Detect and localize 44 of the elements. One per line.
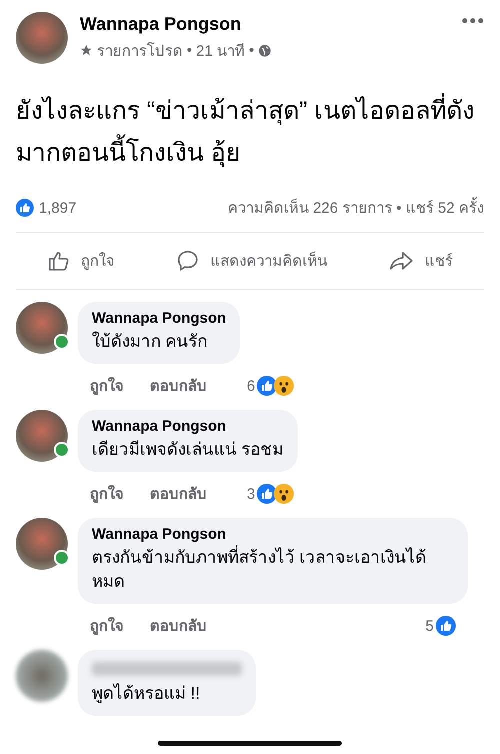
comment-button[interactable]: แสดงความคิดเห็น xyxy=(172,245,332,277)
comment-text: พูดได้หรอแม่ !! xyxy=(92,682,202,706)
comment-like-link[interactable]: ถูกใจ xyxy=(90,614,124,638)
avatar[interactable] xyxy=(16,302,68,354)
wow-reaction-icon xyxy=(274,376,294,396)
reaction-count[interactable]: 6 xyxy=(247,378,256,394)
commenter-name[interactable]: Wannapa Pongson xyxy=(92,418,284,435)
reaction-count[interactable]: 3 xyxy=(247,486,256,502)
reply-link[interactable]: ตอบกลับ xyxy=(150,374,207,398)
speech-bubble-icon xyxy=(176,249,200,273)
author-name[interactable]: Wannapa Pongson xyxy=(80,14,450,34)
reaction-count[interactable]: 5 xyxy=(426,618,434,634)
post-text: ยังไงละแกร “ข่าวเม้าล่าสุด” เนตไอดอลที่ดังมากตอนนี้โกงเงิน อุ้ย xyxy=(16,90,484,174)
post-meta-text: 21 นาที xyxy=(196,42,246,62)
avatar[interactable] xyxy=(16,518,68,570)
blurred-avatar[interactable] xyxy=(16,650,68,702)
avatar[interactable] xyxy=(16,410,68,462)
reply-link[interactable]: ตอบกลับ xyxy=(150,614,207,638)
more-options-icon[interactable] xyxy=(462,18,484,24)
share-button[interactable]: แชร์ xyxy=(385,245,458,277)
comment-text: เดียวมีเพจดังเล่นแน่ รอชม xyxy=(92,439,284,461)
reply-link[interactable]: ตอบกลับ xyxy=(150,482,207,506)
post-meta-text: รายการโปรด xyxy=(97,41,183,62)
commenter-name[interactable]: Wannapa Pongson xyxy=(92,526,454,543)
share-arrow-icon xyxy=(389,249,416,273)
thumbs-up-icon xyxy=(46,249,71,273)
like-reaction-icon xyxy=(16,199,34,217)
commenter-name[interactable]: Wannapa Pongson xyxy=(92,310,226,327)
star-icon xyxy=(80,44,93,57)
wow-reaction-icon xyxy=(274,484,294,504)
comment-share-count[interactable]: ความคิดเห็น 226 รายการ • แชร์ 52 ครั้ง xyxy=(228,196,484,220)
comment-like-link[interactable]: ถูกใจ xyxy=(90,374,124,398)
like-button[interactable]: ถูกใจ xyxy=(42,245,119,277)
like-reaction-icon xyxy=(257,376,278,396)
like-reaction-icon xyxy=(257,484,278,504)
separator-dot: • xyxy=(187,42,192,59)
separator-dot: • xyxy=(249,42,254,59)
comment-text: ใบ้ดังมาก คนรัก xyxy=(92,330,209,353)
like-count[interactable]: 1,897 xyxy=(39,200,77,216)
globe-icon xyxy=(258,44,272,58)
avatar[interactable] xyxy=(16,12,68,64)
like-reaction-icon xyxy=(436,616,456,636)
comment-text: ตรงกันข้ามกับภาพที่สร้างไว้ เวลาจะเอาเงินได้หมด xyxy=(92,546,454,594)
comment-like-link[interactable]: ถูกใจ xyxy=(90,482,124,506)
